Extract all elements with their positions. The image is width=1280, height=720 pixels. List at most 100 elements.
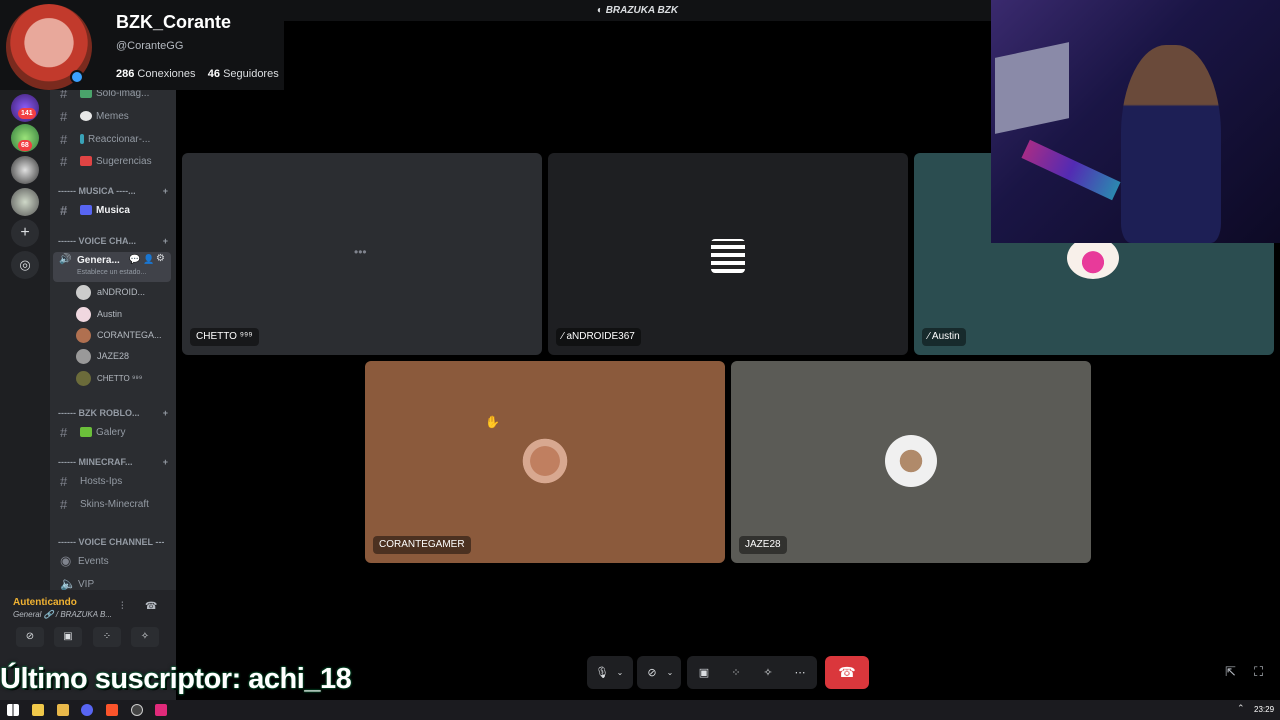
voice-user-corantegamer[interactable]: CORANTEGA... xyxy=(76,326,172,344)
avatar xyxy=(76,306,91,322)
windows-start-icon[interactable] xyxy=(7,704,19,716)
video-tile-chetto[interactable]: ••• CHETTO ⁹⁹⁹ xyxy=(182,153,542,355)
discord-icon[interactable] xyxy=(81,704,93,716)
events-icon: ◉ xyxy=(60,553,72,568)
disconnect-icon[interactable]: ☎ xyxy=(145,601,157,612)
tile-name-label: ⁄ aNDROIDE367 xyxy=(556,328,641,346)
folder-icon[interactable] xyxy=(57,704,69,716)
chevron-down-icon[interactable]: ⌄ xyxy=(613,662,627,684)
hash-icon: # xyxy=(60,424,68,440)
cursor-hand-icon: ✋ xyxy=(485,415,500,429)
fullscreen-icon[interactable]: ⛶ xyxy=(1254,664,1263,680)
end-call-button[interactable]: ☎ xyxy=(825,656,869,689)
hash-icon: # xyxy=(60,202,68,218)
tile-name-label: CHETTO ⁹⁹⁹ xyxy=(190,328,259,346)
add-channel-icon[interactable]: + xyxy=(163,236,168,246)
voice-activity-icon[interactable]: ⫶ xyxy=(121,601,124,612)
profile-stats: 286 Conexiones 46 Seguidores xyxy=(116,68,279,80)
category-voice-chat[interactable]: ------ VOICE CHA... + xyxy=(58,236,176,246)
tile-name-label: ⁄ Austin xyxy=(922,328,966,346)
voice-user-androide[interactable]: aNDROID... xyxy=(76,283,172,301)
video-tile-androide[interactable]: ⁄ aNDROIDE367 xyxy=(548,153,908,355)
obs-icon[interactable] xyxy=(131,704,143,716)
face-emoji-icon xyxy=(80,111,92,121)
avatar xyxy=(76,348,91,364)
monitor-shape xyxy=(995,42,1069,134)
bottle-emoji-icon xyxy=(80,134,84,144)
microphone-icon[interactable]: 🎙 xyxy=(591,662,613,684)
avatar xyxy=(76,284,91,300)
hash-icon: # xyxy=(60,153,68,169)
voice-user-chetto[interactable]: CHETTO ⁹⁹⁹ xyxy=(76,369,172,387)
hash-icon: # xyxy=(60,131,68,147)
call-controls: 🎙 ⌄ ⊘ ⌄ ▣ ⁘ ✧ ⋯ ☎ xyxy=(587,656,869,689)
avatar xyxy=(1067,237,1119,279)
speaker-icon: 🔊 xyxy=(59,254,72,265)
voice-user-jaze28[interactable]: JAZE28 xyxy=(76,347,172,365)
add-server-icon[interactable]: + xyxy=(11,219,39,247)
app-icon[interactable] xyxy=(155,704,167,716)
mention-badge: 68 xyxy=(18,140,32,151)
activities-button[interactable]: ⁘ xyxy=(93,627,121,647)
add-channel-icon[interactable]: + xyxy=(163,457,168,467)
connection-status: Autenticando xyxy=(13,597,77,608)
gallery-emoji-icon xyxy=(80,427,92,437)
popout-icon[interactable]: ⇱ xyxy=(1225,664,1236,680)
streamer-webcam xyxy=(991,0,1280,243)
channel-events[interactable]: ◉ Events xyxy=(50,551,176,571)
chevron-down-icon[interactable]: ⌄ xyxy=(663,662,677,684)
more-dots-icon: ••• xyxy=(354,245,367,259)
invite-icon[interactable]: 👤 xyxy=(143,254,154,265)
voice-user-austin[interactable]: Austin xyxy=(76,305,172,323)
brave-icon[interactable] xyxy=(106,704,118,716)
mention-badge: 141 xyxy=(18,108,36,119)
hash-icon: # xyxy=(60,496,68,512)
actions-group: ▣ ⁘ ✧ ⋯ xyxy=(687,656,817,689)
calendar-app-icon[interactable] xyxy=(32,704,44,716)
explore-compass-icon[interactable]: ◎ xyxy=(11,251,39,279)
channel-reaccionar[interactable]: # Reaccionar-... xyxy=(50,129,176,149)
hash-icon: # xyxy=(60,108,68,124)
more-icon[interactable]: ⋯ xyxy=(789,662,811,684)
soundboard-icon[interactable]: ✧ xyxy=(757,662,779,684)
avatar xyxy=(76,327,91,343)
connection-channel[interactable]: General 🔗 / BRAZUKA B... xyxy=(13,610,112,619)
avatar xyxy=(711,239,745,273)
channel-galery[interactable]: # Galery xyxy=(50,422,176,442)
category-minecraft[interactable]: ------ MINECRAF... + xyxy=(58,457,176,467)
category-voice-channel[interactable]: ------ VOICE CHANNEL --- xyxy=(58,537,176,547)
keyboard-rgb xyxy=(1021,139,1121,201)
category-musica[interactable]: ------ MUSICA ----... + xyxy=(58,186,176,196)
video-tile-jaze28[interactable]: JAZE28 xyxy=(731,361,1091,563)
category-bzk-roblox[interactable]: ------ BZK ROBLO... + xyxy=(58,408,176,418)
add-channel-icon[interactable]: + xyxy=(163,408,168,418)
profile-handle: @CoranteGG xyxy=(116,40,184,52)
verified-icon xyxy=(70,70,84,84)
channel-skins-minecraft[interactable]: # Skins-Minecraft xyxy=(50,494,176,514)
server-icon-grey[interactable] xyxy=(11,188,39,216)
camera-off-button[interactable]: ⊘ xyxy=(16,627,44,647)
profile-name: BZK_Corante xyxy=(116,12,232,32)
tile-name-label: CORANTEGAMER xyxy=(373,536,471,554)
server-icon-dark[interactable] xyxy=(11,156,39,184)
avatar xyxy=(76,370,91,386)
hash-icon: # xyxy=(60,473,68,489)
soundboard-button[interactable]: ✧ xyxy=(131,627,159,647)
channel-musica[interactable]: # Musica xyxy=(50,200,176,220)
video-tile-corantegamer[interactable]: ✋ CORANTEGAMER xyxy=(365,361,725,563)
channel-sugerencias[interactable]: # Sugerencias xyxy=(50,151,176,171)
activities-icon[interactable]: ⁘ xyxy=(725,662,747,684)
tray-chevron-icon[interactable]: ⌃ xyxy=(1237,703,1245,714)
chat-icon[interactable]: 💬 xyxy=(129,254,140,265)
add-channel-icon[interactable]: + xyxy=(163,186,168,196)
channel-hosts-ips[interactable]: # Hosts-Ips xyxy=(50,471,176,491)
tile-name-label: JAZE28 xyxy=(739,536,787,554)
voice-channel-general[interactable]: 🔊 Genera... 💬 👤 ⚙ Establece un estado... xyxy=(53,252,171,282)
channel-memes[interactable]: # Memes xyxy=(50,106,176,126)
camera-off-icon[interactable]: ⊘ xyxy=(641,662,663,684)
screen-share-icon[interactable]: ▣ xyxy=(693,662,715,684)
screen-share-button[interactable]: ▣ xyxy=(54,627,82,647)
avatar xyxy=(519,435,571,487)
profile-overlay: BZK_Corante @CoranteGG 286 Conexiones 46… xyxy=(0,0,284,90)
gear-icon[interactable]: ⚙ xyxy=(156,253,165,264)
